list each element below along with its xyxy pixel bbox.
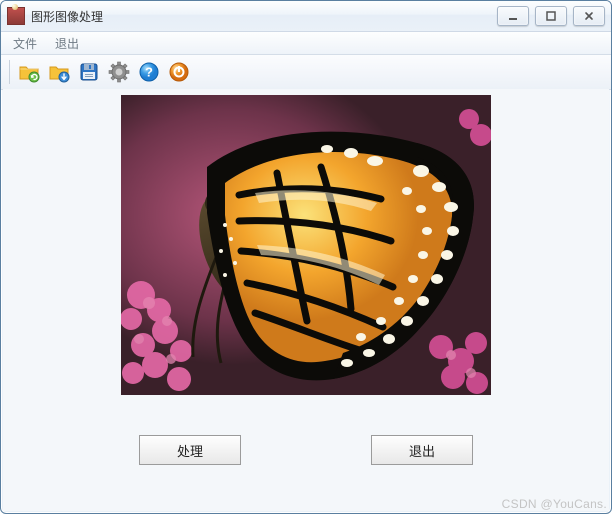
- menu-file[interactable]: 文件: [5, 33, 45, 54]
- svg-text:?: ?: [145, 65, 153, 80]
- folder-download-icon: [47, 60, 71, 84]
- window-title: 图形图像处理: [31, 8, 497, 25]
- menu-bar: 文件 退出: [1, 32, 611, 55]
- open-folder-button[interactable]: [16, 59, 42, 85]
- butterfly-illustration: [121, 95, 491, 395]
- gear-icon: [107, 60, 131, 84]
- power-button[interactable]: [166, 59, 192, 85]
- floppy-save-icon: [77, 60, 101, 84]
- maximize-button[interactable]: [535, 6, 567, 26]
- help-button[interactable]: ?: [136, 59, 162, 85]
- settings-button[interactable]: [106, 59, 132, 85]
- power-icon: [167, 60, 191, 84]
- app-icon: [7, 7, 25, 25]
- import-folder-button[interactable]: [46, 59, 72, 85]
- minimize-icon: [507, 11, 519, 21]
- app-window: 图形图像处理 文件 退出: [0, 0, 612, 514]
- client-area: 处理 退出: [3, 89, 609, 511]
- maximize-icon: [545, 11, 557, 21]
- minimize-button[interactable]: [497, 6, 529, 26]
- close-icon: [583, 11, 595, 21]
- process-button[interactable]: 处理: [139, 435, 241, 465]
- watermark-text: CSDN @YouCans.: [502, 497, 607, 511]
- close-button[interactable]: [573, 6, 605, 26]
- help-icon: ?: [137, 60, 161, 84]
- folder-refresh-icon: [17, 60, 41, 84]
- title-bar: 图形图像处理: [1, 1, 611, 32]
- window-buttons: [497, 6, 605, 26]
- menu-exit[interactable]: 退出: [47, 33, 87, 54]
- button-row: 处理 退出: [139, 435, 473, 465]
- save-button[interactable]: [76, 59, 102, 85]
- image-view: [121, 95, 491, 395]
- toolbar: ?: [1, 55, 611, 90]
- toolbar-divider: [9, 60, 10, 84]
- exit-button[interactable]: 退出: [371, 435, 473, 465]
